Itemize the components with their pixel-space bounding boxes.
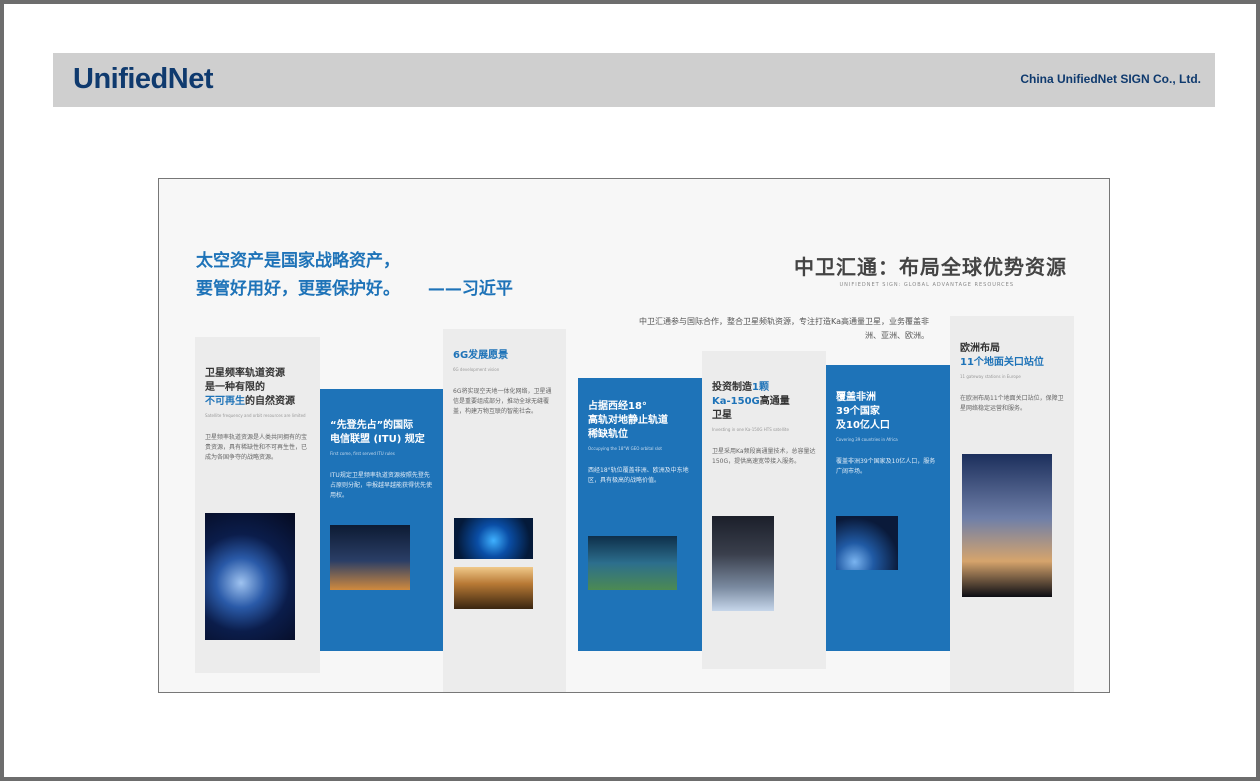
panel-caption: Covering 39 countries in Africa: [836, 437, 898, 442]
panel-title-rest: 的自然资源: [245, 396, 295, 407]
main-description: 中卫汇通参与国际合作，整合卫星频轨资源，专注打造Ka高通量卫星，业务覆盖非洲、亚…: [638, 317, 929, 340]
panel-title: 欧洲布局 11个地面关口站位: [960, 342, 1064, 370]
panel-title-highlight: Ka-150G: [712, 396, 760, 407]
panel-title-line: Ka-150G高通量: [712, 395, 816, 409]
panel-orbital-slot: 占据西经18° 高轨对地静止轨道 稀缺轨位 Occupying the 18°W…: [578, 378, 702, 651]
panel-title-line: 39个国家: [836, 406, 880, 417]
panel-body: 在欧洲布局11个地面关口站位，保障卫星网络稳定运营和服务。: [960, 395, 1064, 412]
panel-title-part: 高通量: [759, 396, 790, 407]
page-frame: UnifiedNet China UnifiedNet SIGN Co., Lt…: [0, 0, 1260, 781]
panel-ka-satellite: 投资制造1颗 Ka-150G高通量 卫星 Investing in one Ka…: [702, 351, 826, 669]
satellite-image: [712, 516, 774, 611]
header-bar: UnifiedNet China UnifiedNet SIGN Co., Lt…: [53, 53, 1215, 107]
panel-title-line: 卫星频率轨道资源: [205, 368, 285, 379]
panel-caption: First come, first served ITU rules: [330, 451, 395, 456]
brand-logo: UnifiedNet: [73, 63, 214, 95]
antenna-array-image: [962, 454, 1052, 597]
earth-image: [205, 513, 295, 640]
panel-title-line: 占据西经18°: [588, 401, 647, 412]
panel-title-line: 不可再生的自然资源: [205, 395, 310, 409]
panel-body: 西经18°轨位覆盖非洲、欧洲及中东地区，具有极高的战略价值。: [588, 467, 689, 484]
panel-title-highlight: 11个地面关口站位: [960, 357, 1044, 368]
quote-line-2: 要管好用好，更要保护好。 ——习近平: [196, 275, 513, 303]
panel-body: ITU规定卫星频率轨道资源按照先登先占原则分配，申报越早越能获得优先使用权。: [330, 472, 433, 499]
panel-body: 覆盖非洲39个国家及10亿人口，服务广阔市场。: [836, 458, 936, 475]
panel-title-line: 投资制造1颗: [712, 381, 816, 395]
panel-title-line: 电信联盟 (ITU) 规定: [330, 434, 425, 445]
panel-caption: Satellite frequency and orbit resources …: [205, 413, 306, 418]
satellite-dish-image: [454, 567, 533, 609]
panel-title-line: 覆盖非洲: [836, 392, 876, 403]
panel-caption: 11 gateway stations in Europe: [960, 374, 1021, 379]
panel-title-highlight: 1颗: [752, 382, 769, 393]
panel-body: 6G将实现空天地一体化网络，卫星通信是重要组成部分，推动全球无缝覆盖，构建万物互…: [453, 388, 552, 415]
company-name: China UnifiedNet SIGN Co., Ltd.: [1020, 72, 1201, 86]
orbit-satellite-image: [836, 516, 898, 570]
panel-title-line: 及10亿人口: [836, 420, 890, 431]
panel-caption: 6G development vision: [453, 367, 500, 372]
main-title: 中卫汇通：布局全球优势资源: [794, 255, 1067, 279]
quote-block: 太空资产是国家战略资产， 要管好用好，更要保护好。 ——习近平: [196, 247, 513, 303]
display-board: 太空资产是国家战略资产， 要管好用好，更要保护好。 ——习近平 中卫汇通：布局全…: [158, 178, 1110, 693]
rocket-image: [330, 525, 410, 590]
panel-caption: Occupying the 18°W GEO orbital slot: [588, 446, 662, 451]
world-map-image: [588, 536, 677, 590]
panel-title: 覆盖非洲 39个国家 及10亿人口: [836, 391, 940, 433]
panel-title-line: 稀缺轨位: [588, 429, 628, 440]
panel-itu-rules: “先登先占”的国际 电信联盟 (ITU) 规定 First come, firs…: [320, 389, 443, 651]
panel-title-highlight: 6G发展愿景: [453, 350, 509, 361]
panel-6g-vision: 6G发展愿景 6G development vision 6G将实现空天地一体化…: [443, 329, 566, 692]
panel-title: 卫星频率轨道资源 是一种有限的 不可再生的自然资源: [205, 367, 310, 409]
panel-title-line: 欧洲布局: [960, 343, 1000, 354]
quote-line-2-text: 要管好用好，更要保护好。: [196, 279, 400, 299]
panel-body: 卫星频率轨道资源是人类共同拥有的宝贵资源，具有稀缺性和不可再生性，已成为各国争夺…: [205, 434, 308, 461]
panel-title: 占据西经18° 高轨对地静止轨道 稀缺轨位: [588, 400, 692, 442]
panel-title-line: 高轨对地静止轨道: [588, 415, 668, 426]
quote-line-1: 太空资产是国家战略资产，: [196, 251, 400, 271]
panel-title-line: “先登先占”的国际: [330, 420, 414, 431]
panel-title: 投资制造1颗 Ka-150G高通量 卫星: [712, 381, 816, 423]
digital-globe-image: [454, 518, 533, 559]
panel-body: 卫星采用Ka频段高通量技术，总容量达150G，提供高速宽带接入服务。: [712, 448, 816, 465]
panel-title: 6G发展愿景: [453, 349, 556, 363]
panel-title-line: 是一种有限的: [205, 382, 265, 393]
panel-africa-coverage: 覆盖非洲 39个国家 及10亿人口 Covering 39 countries …: [826, 365, 950, 651]
panel-europe-gateways: 欧洲布局 11个地面关口站位 11 gateway stations in Eu…: [950, 316, 1074, 692]
panel-title-line: 卫星: [712, 410, 732, 421]
panel-title-part: 投资制造: [712, 382, 752, 393]
panel-title-line: 11个地面关口站位: [960, 356, 1064, 370]
panel-title-line: 6G发展愿景: [453, 349, 556, 363]
quote-author: ——习近平: [427, 279, 513, 299]
main-subtitle: UNIFIEDNET SIGN: GLOBAL ADVANTAGE RESOUR…: [839, 282, 1014, 288]
panel-caption: Investing in one Ka-150G HTS satellite: [712, 427, 789, 432]
panel-title: “先登先占”的国际 电信联盟 (ITU) 规定: [330, 419, 433, 447]
panel-spectrum-resources: 卫星频率轨道资源 是一种有限的 不可再生的自然资源 Satellite freq…: [195, 337, 320, 673]
panel-title-highlight: 不可再生: [205, 396, 245, 407]
